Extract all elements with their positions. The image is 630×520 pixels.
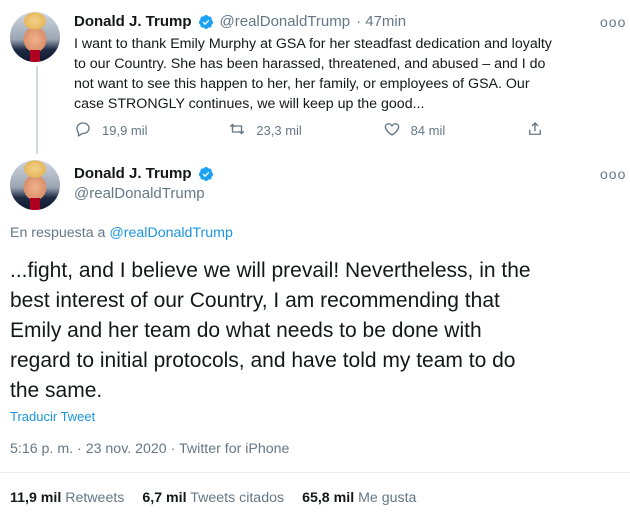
likes-label: Me gusta [358, 490, 417, 506]
tweet-text: ...fight, and I believe we will prevail!… [10, 256, 622, 406]
likes-value: 65,8 mil [302, 490, 355, 506]
like-count: 84 mil [410, 123, 446, 138]
share-button[interactable] [526, 120, 544, 141]
tweet-actions: 19,9 mil 23,3 mil 84 mil [74, 120, 544, 141]
tweet-text-line: case STRONGLY continues, we will keep up… [74, 96, 425, 112]
tweet-text: I want to thank Emily Murphy at GSA for … [74, 34, 626, 114]
reply-icon [74, 120, 92, 141]
author-name[interactable]: Donald J. Trump [74, 13, 192, 30]
more-icon[interactable]: ooo [600, 166, 626, 182]
tweet-text-line: the same. [10, 379, 103, 402]
quotes-label: Tweets citados [190, 490, 285, 506]
like-icon [383, 120, 401, 141]
reply-count: 19,9 mil [102, 123, 148, 138]
tweet-timestamp[interactable]: · 47min [356, 13, 406, 30]
reply-to-handle[interactable]: @realDonaldTrump [109, 225, 232, 241]
tweet-header: Donald J. Trump @realDonaldTrump [74, 165, 374, 202]
tweet-stats: 11,9 mil Retweets 6,7 mil Tweets citados… [10, 490, 416, 506]
verified-badge-icon [198, 166, 214, 182]
quotes-value: 6,7 mil [142, 490, 187, 506]
tweet-text-line: Emily and her team do what needs to be d… [10, 319, 482, 342]
author-handle[interactable]: @realDonaldTrump [220, 13, 351, 30]
avatar[interactable] [10, 160, 60, 210]
author-name[interactable]: Donald J. Trump [74, 165, 192, 182]
verified-badge-icon [198, 14, 214, 30]
thread-connector-line [36, 66, 38, 154]
translate-tweet-link[interactable]: Traducir Tweet [10, 409, 95, 424]
divider [0, 472, 630, 473]
retweets-label: Retweets [65, 490, 125, 506]
tweet-text-line: to our Country. She has been harassed, t… [74, 56, 546, 72]
tweet-meta[interactable]: 5:16 p. m. · 23 nov. 2020 · Twitter for … [10, 441, 289, 457]
tweet-header: Donald J. Trump @realDonaldTrump · 47min [74, 13, 594, 30]
tweet-text-line: regard to initial protocols, and have to… [10, 349, 516, 372]
retweet-count: 23,3 mil [256, 123, 302, 138]
avatar[interactable] [10, 12, 60, 62]
tweet-text-line: best interest of our Country, I am recom… [10, 289, 500, 312]
tweet-text-line: not want to see this happen to her, her … [74, 76, 530, 92]
reply-prefix: En respuesta a [10, 225, 106, 241]
retweet-icon [228, 120, 246, 141]
reply-context: En respuesta a @realDonaldTrump [10, 225, 233, 241]
retweets-value: 11,9 mil [10, 490, 62, 506]
tweet-text-line: I want to thank Emily Murphy at GSA for … [74, 36, 552, 52]
author-handle[interactable]: @realDonaldTrump [74, 185, 374, 202]
tweet-text-line: ...fight, and I believe we will prevail!… [10, 259, 531, 282]
retweets-stat[interactable]: 11,9 mil Retweets [10, 490, 124, 506]
quotes-stat[interactable]: 6,7 mil Tweets citados [142, 490, 284, 506]
like-button[interactable]: 84 mil [383, 120, 446, 141]
reply-button[interactable]: 19,9 mil [74, 120, 148, 141]
share-icon [526, 120, 544, 141]
retweet-button[interactable]: 23,3 mil [228, 120, 302, 141]
more-icon[interactable]: ooo [600, 14, 626, 30]
likes-stat[interactable]: 65,8 mil Me gusta [302, 490, 416, 506]
